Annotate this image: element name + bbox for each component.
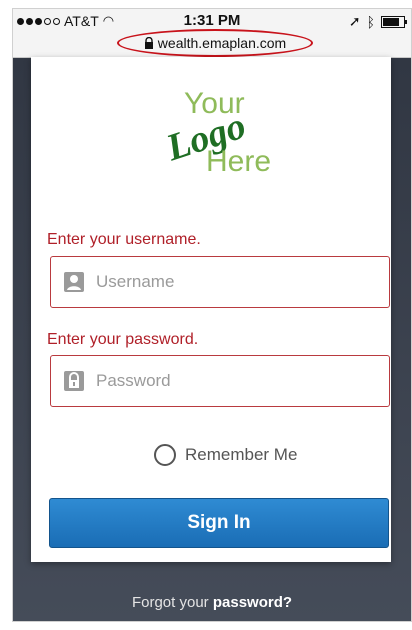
location-icon: ➚ <box>348 13 361 29</box>
url-text: wealth.emaplan.com <box>157 35 287 51</box>
remember-checkbox[interactable] <box>154 444 176 466</box>
company-logo: Your Logo Here <box>161 87 272 178</box>
password-input[interactable]: Password <box>50 355 390 407</box>
remember-me[interactable]: Remember Me <box>154 444 297 466</box>
bluetooth-icon: ᛒ <box>366 13 375 30</box>
password-label: Enter your password. <box>47 331 199 348</box>
lock-icon <box>144 37 153 49</box>
username-placeholder: Username <box>96 272 175 291</box>
status-bar: AT&T ◠ 1:31 PM ➚ ᛒ wealth.emaplan.com <box>13 9 411 58</box>
remember-label: Remember Me <box>185 445 298 464</box>
lock-icon <box>64 371 84 391</box>
user-icon <box>64 272 84 292</box>
battery-icon <box>381 15 407 28</box>
sign-in-button[interactable]: Sign In <box>49 498 389 548</box>
status-icons: ➚ ᛒ <box>348 13 407 30</box>
username-label: Enter your username. <box>47 231 201 248</box>
username-input[interactable]: Username <box>50 256 390 308</box>
url-bar[interactable]: wealth.emaplan.com <box>117 29 313 57</box>
password-placeholder: Password <box>96 371 171 390</box>
login-card: Your Logo Here Enter your username. User… <box>31 57 391 562</box>
forgot-password-link[interactable]: Forgot your password? <box>13 594 411 611</box>
phone-screen: AT&T ◠ 1:31 PM ➚ ᛒ wealth.emaplan.com Yo… <box>12 8 412 622</box>
